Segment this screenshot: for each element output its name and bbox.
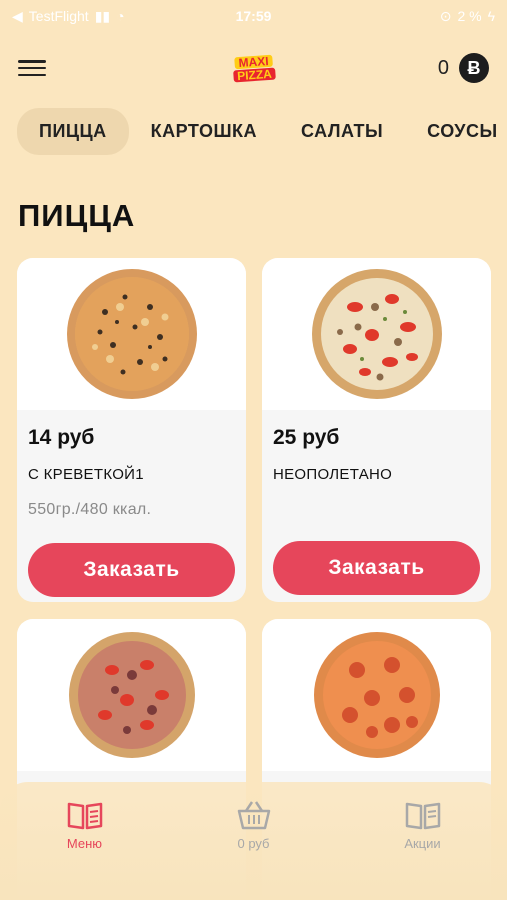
status-bar: ◀ TestFlight ▮▮ ◔ 17:59 ⊙ 2 % ϟ <box>0 0 507 32</box>
bottom-navigation: Меню 0 руб Акции <box>0 782 507 900</box>
product-info-1: 14 руб С КРЕВЕТКОЙ1 550гр./480 ккал. Зак… <box>17 410 246 602</box>
neopoletano-pizza-image <box>311 269 442 399</box>
product-weight: 550гр./480 ккал. <box>28 501 152 518</box>
orientation-lock-icon: ⊙ <box>439 7 452 24</box>
nav-menu-label: Меню <box>66 836 103 851</box>
product-name: НЕОПОЛЕТАНО <box>273 466 393 483</box>
tab-pizza[interactable]: ПИЦЦА <box>17 107 129 155</box>
logo-line-2: PIZZA <box>232 66 276 83</box>
maxi-pizza-logo: MAXI PIZZA <box>225 50 281 86</box>
nav-cart-label: 0 руб <box>237 836 270 851</box>
battery-label: 2 % <box>457 8 482 24</box>
promo-book-icon <box>405 802 440 830</box>
status-left: ◀ TestFlight ▮▮ ◔ <box>12 8 125 25</box>
product-card-2[interactable]: 25 руб НЕОПОЛЕТАНО Заказать <box>262 258 491 602</box>
order-button[interactable]: Заказать <box>273 541 480 595</box>
wifi-icon: ◔ <box>116 8 125 24</box>
balance-area[interactable]: 0 Ƀ <box>438 53 489 83</box>
product-price: 14 руб <box>28 426 95 449</box>
product-price: 25 руб <box>273 426 340 449</box>
basket-icon <box>237 801 270 830</box>
product-image-2 <box>262 258 491 410</box>
category-tabs: ПИЦЦА КАРТОШКА САЛАТЫ СОУСЫ <box>0 106 507 156</box>
nav-cart[interactable]: 0 руб <box>199 800 309 851</box>
meat-pizza-image <box>68 632 195 758</box>
carrier-label: TestFlight <box>28 8 89 24</box>
app-header: MAXI PIZZA 0 Ƀ <box>0 40 507 96</box>
tab-salads[interactable]: САЛАТЫ <box>279 108 405 155</box>
product-name: С КРЕВЕТКОЙ1 <box>28 466 144 483</box>
battery-icon: ϟ <box>487 8 495 24</box>
signal-icon: ▮▮ <box>94 7 111 24</box>
product-card-1[interactable]: 14 руб С КРЕВЕТКОЙ1 550гр./480 ккал. Зак… <box>17 258 246 602</box>
back-arrow-icon[interactable]: ◀ <box>12 8 23 25</box>
nav-promotions[interactable]: Акции <box>368 800 478 851</box>
product-image-1 <box>17 258 246 410</box>
nav-menu[interactable]: Меню <box>30 800 140 851</box>
section-title: ПИЦЦА <box>18 198 136 233</box>
product-info-2: 25 руб НЕОПОЛЕТАНО Заказать <box>262 410 491 602</box>
shrimp-pizza-image <box>66 269 197 399</box>
nav-promotions-label: Акции <box>404 836 441 851</box>
hamburger-menu-icon[interactable] <box>18 57 46 79</box>
balance-value: 0 <box>437 56 449 79</box>
tab-sauces[interactable]: СОУСЫ <box>405 108 507 155</box>
coin-icon: Ƀ <box>459 53 489 83</box>
menu-book-icon <box>67 802 102 830</box>
status-time: 17:59 <box>235 8 272 24</box>
tab-potatoes[interactable]: КАРТОШКА <box>129 108 279 155</box>
order-button[interactable]: Заказать <box>28 543 235 597</box>
product-image-3 <box>17 619 246 771</box>
pepperoni-pizza-image <box>313 632 440 758</box>
status-right: ⊙ 2 % ϟ <box>440 8 495 25</box>
product-image-4 <box>262 619 491 771</box>
